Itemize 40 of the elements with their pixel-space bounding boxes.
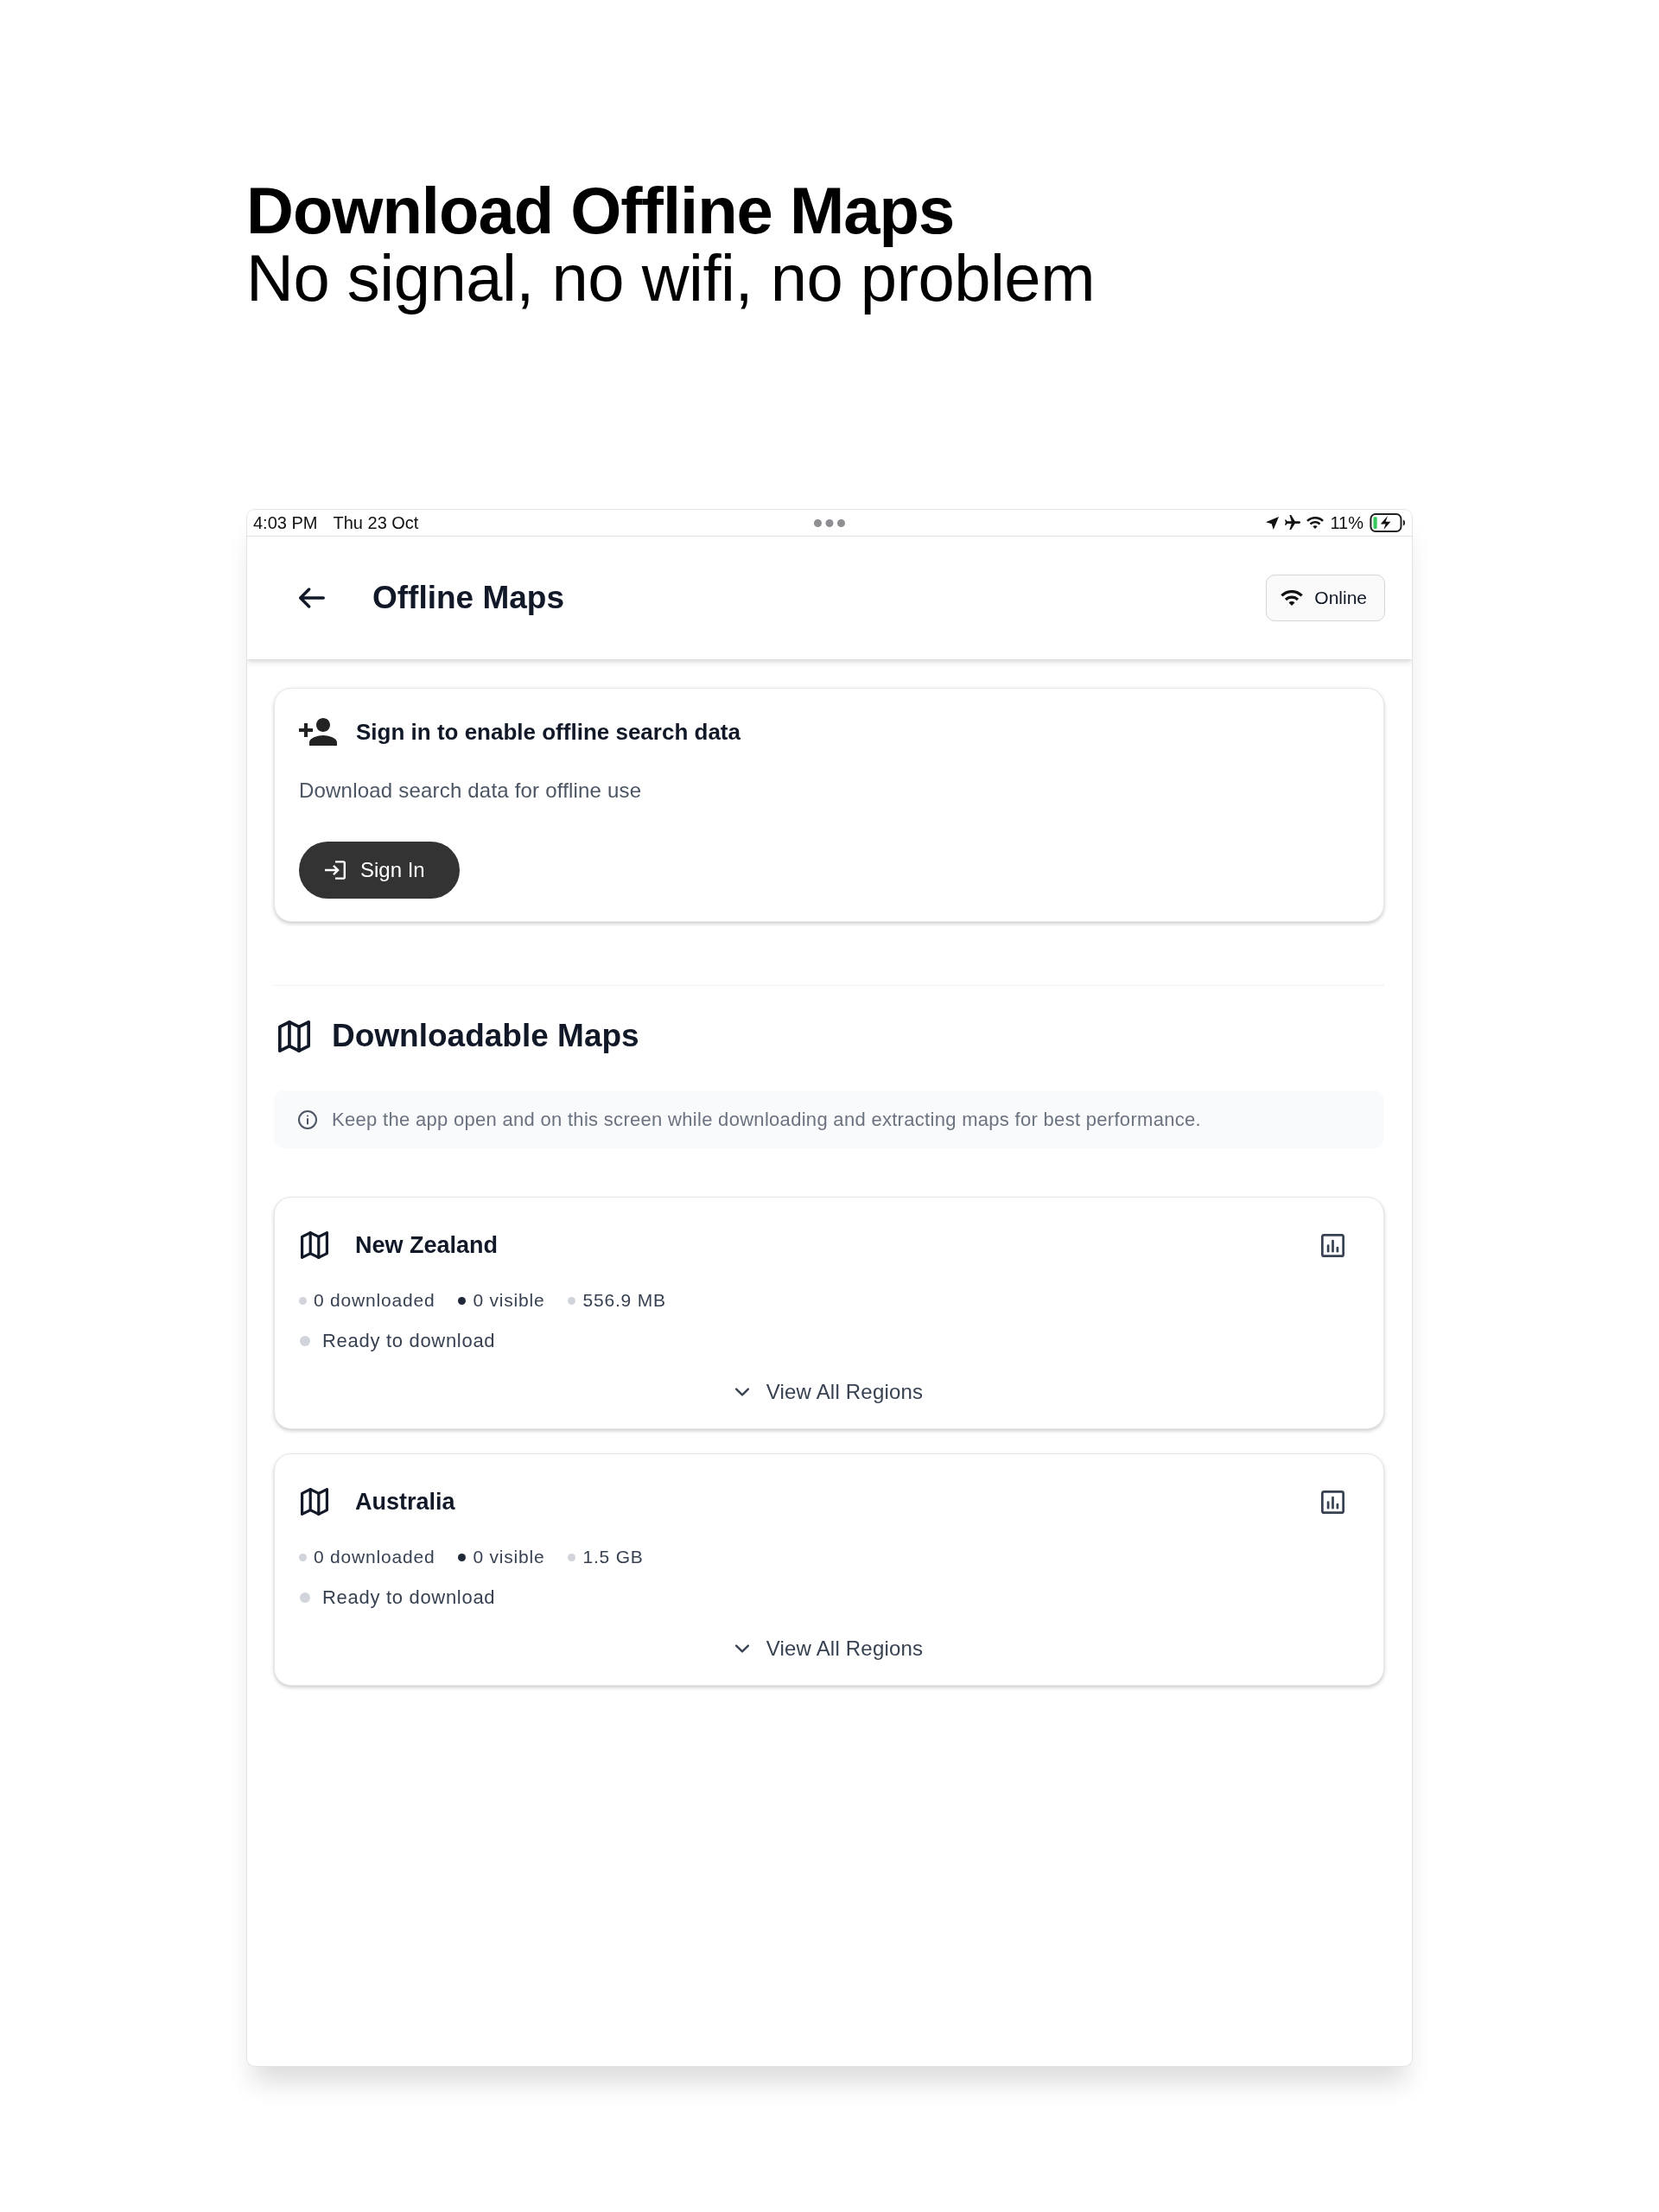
- airplane-icon: [1285, 515, 1301, 531]
- bar-chart-icon[interactable]: [1320, 1490, 1344, 1514]
- wifi-icon: [1306, 517, 1325, 529]
- section-heading: Downloadable Maps: [332, 1018, 639, 1054]
- map-icon: [301, 1231, 328, 1259]
- view-regions-button[interactable]: View All Regions: [734, 1375, 924, 1409]
- map-icon: [278, 1020, 310, 1052]
- card-title: Sign in to enable offline search data: [356, 718, 741, 746]
- stat-label: 0 visible: [473, 1290, 545, 1311]
- back-arrow-icon: [299, 588, 325, 608]
- map-icon: [301, 1488, 328, 1516]
- status-text: Ready to download: [322, 1330, 496, 1352]
- card-description: Download search data for offline use: [299, 779, 643, 803]
- online-status-button[interactable]: Online: [1266, 575, 1385, 621]
- wifi-icon: [1281, 590, 1304, 606]
- sign-in-button[interactable]: Sign In: [299, 842, 460, 899]
- chevron-down-icon: [734, 1388, 749, 1396]
- status-date: Thu 23 Oct: [333, 512, 419, 533]
- multitasking-dots-icon: [814, 518, 845, 527]
- stat-label: 556.9 MB: [582, 1290, 666, 1311]
- person-add-icon: [299, 718, 337, 746]
- bar-chart-icon[interactable]: [1320, 1233, 1344, 1257]
- page-title: Offline Maps: [372, 580, 565, 616]
- stat-label: 1.5 GB: [582, 1547, 644, 1567]
- region-name: New Zealand: [355, 1231, 499, 1259]
- status-time: 4:03 PM: [253, 512, 318, 533]
- stat-label: 0 downloaded: [314, 1547, 435, 1567]
- status-text: Ready to download: [322, 1586, 496, 1609]
- stat-label: 0 downloaded: [314, 1290, 435, 1311]
- stat-label: 0 visible: [473, 1547, 545, 1567]
- battery-icon: [1370, 513, 1406, 532]
- location-arrow-icon: [1266, 516, 1280, 530]
- info-text: Keep the app open and on this screen while downloading and extracting maps for best performance.: [332, 1108, 1201, 1131]
- region-name: Australia: [355, 1488, 456, 1516]
- info-icon: [298, 1109, 317, 1129]
- login-icon: [325, 861, 346, 880]
- chevron-down-icon: [734, 1644, 749, 1653]
- battery-percent: 11%: [1330, 512, 1363, 533]
- view-regions-button[interactable]: View All Regions: [734, 1631, 924, 1666]
- promo-headline: Download Offline Maps: [246, 176, 956, 245]
